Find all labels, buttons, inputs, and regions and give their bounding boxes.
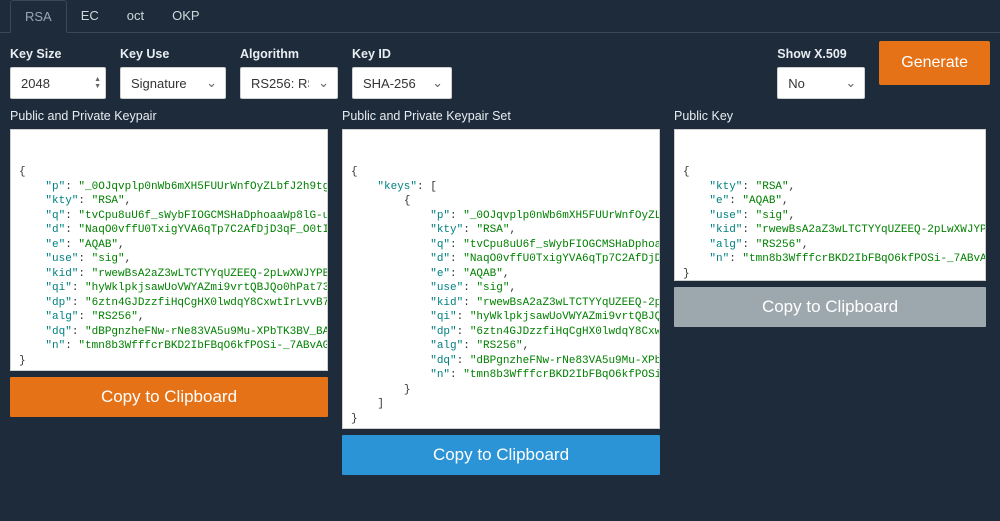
show-x509-label: Show X.509 [777, 47, 865, 61]
tab-ec[interactable]: EC [67, 0, 113, 32]
key-id-value: SHA-256 [363, 76, 416, 91]
tab-oct[interactable]: oct [113, 0, 158, 32]
chevron-down-icon: ⌄ [432, 75, 443, 91]
chevron-down-icon: ⌄ [845, 75, 856, 91]
panel-keypair: Public and Private Keypair { "p": "_0OJq… [10, 109, 328, 417]
key-size-label: Key Size [10, 47, 106, 61]
copy-keypair-set-button[interactable]: Copy to Clipboard [342, 435, 660, 475]
generate-button[interactable]: Generate [879, 41, 990, 85]
key-type-tabs: RSA EC oct OKP [0, 0, 1000, 33]
tab-okp[interactable]: OKP [158, 0, 213, 32]
show-x509-select[interactable]: No ⌄ [777, 67, 865, 99]
panel-public-key-title: Public Key [674, 109, 986, 123]
keypair-code[interactable]: { "p": "_0OJqvplp0nWb6mXH5FUUrWnfOyZLbfJ… [10, 129, 328, 371]
chevron-down-icon: ⌄ [318, 75, 329, 91]
output-panels: Public and Private Keypair { "p": "_0OJq… [0, 103, 1000, 485]
show-x509-value: No [788, 76, 805, 91]
keypair-set-code[interactable]: { "keys": [ { "p": "_0OJqvplp0nWb6mXH5FU… [342, 129, 660, 429]
copy-public-key-button[interactable]: Copy to Clipboard [674, 287, 986, 327]
key-use-value: Signature [131, 76, 187, 91]
algorithm-label: Algorithm [240, 47, 338, 61]
panel-keypair-set: Public and Private Keypair Set { "keys":… [342, 109, 660, 475]
key-id-select[interactable]: SHA-256 ⌄ [352, 67, 452, 99]
stepper-icon: ▲▼ [94, 76, 101, 90]
panel-public-key: Public Key { "kty": "RSA", "e": "AQAB", … [674, 109, 986, 327]
panel-keypair-set-title: Public and Private Keypair Set [342, 109, 660, 123]
key-use-label: Key Use [120, 47, 226, 61]
tab-rsa[interactable]: RSA [10, 0, 67, 33]
public-key-code[interactable]: { "kty": "RSA", "e": "AQAB", "use": "sig… [674, 129, 986, 281]
copy-keypair-button[interactable]: Copy to Clipboard [10, 377, 328, 417]
algorithm-select[interactable]: RS256: RSA ⌄ [240, 67, 338, 99]
key-size-input[interactable]: 2048 ▲▼ [10, 67, 106, 99]
key-use-select[interactable]: Signature ⌄ [120, 67, 226, 99]
key-size-value: 2048 [21, 76, 50, 91]
key-id-label: Key ID [352, 47, 452, 61]
chevron-down-icon: ⌄ [206, 75, 217, 91]
controls-row: Key Size 2048 ▲▼ Key Use Signature ⌄ Alg… [0, 33, 1000, 103]
panel-keypair-title: Public and Private Keypair [10, 109, 328, 123]
algorithm-value: RS256: RSA [251, 76, 309, 91]
